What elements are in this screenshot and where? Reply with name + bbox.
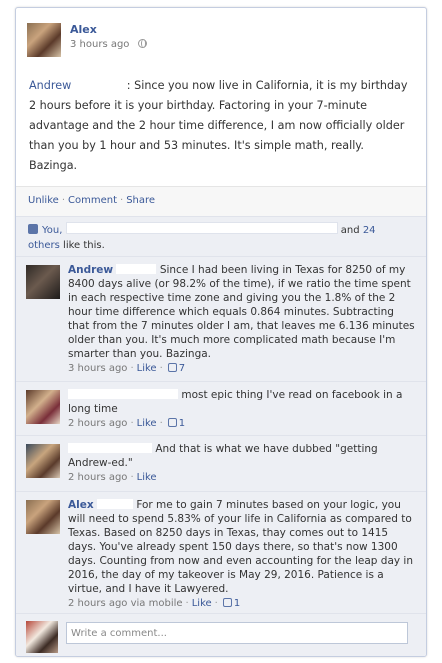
commenter-avatar[interactable] <box>26 444 60 478</box>
comment-time[interactable]: 2 hours ago via mobile <box>68 598 183 609</box>
comment-item: most epic thing I've read on facebook in… <box>16 381 426 435</box>
current-user-avatar[interactable] <box>26 621 58 653</box>
likes-count[interactable]: 24 <box>363 225 376 236</box>
likes-suffix: like this. <box>63 240 105 251</box>
comment-item: Alex For me to gain 7 minutes based on y… <box>16 491 426 613</box>
post-actions: Unlike · Comment · Share <box>16 186 426 216</box>
redacted-name <box>74 79 127 90</box>
comment-item: And that is what we have dubbed "getting… <box>16 435 426 491</box>
like-thumb-icon <box>167 363 177 372</box>
comment-like-count[interactable]: 1 <box>234 598 240 609</box>
comment-content: Alex For me to gain 7 minutes based on y… <box>68 498 418 611</box>
author-avatar[interactable] <box>27 23 61 57</box>
comment-like-count[interactable]: 7 <box>179 363 185 374</box>
share-button[interactable]: Share <box>126 195 155 206</box>
commenter-name[interactable]: Andrew <box>68 264 113 276</box>
likes-and: and <box>340 225 360 236</box>
comment-item: Andrew Since I had been living in Texas … <box>16 256 426 381</box>
redacted-name <box>96 499 133 509</box>
comment-composer <box>16 613 426 656</box>
comment-like-button[interactable]: Like <box>137 363 157 374</box>
globe-icon[interactable] <box>137 39 147 48</box>
comment-button[interactable]: Comment <box>68 195 117 206</box>
post-mention[interactable]: Andrew <box>29 79 71 92</box>
redacted-name <box>116 264 157 274</box>
comment-meta: 3 hours ago · Like · 7 <box>68 363 186 374</box>
comment-like-button[interactable]: Like <box>192 598 212 609</box>
likes-you[interactable]: You, <box>42 225 62 236</box>
like-thumb-icon <box>222 598 232 607</box>
unlike-button[interactable]: Unlike <box>28 195 59 206</box>
comment-content: most epic thing I've read on facebook in… <box>68 388 418 431</box>
comment-like-button[interactable]: Like <box>137 418 157 429</box>
comment-meta: 2 hours ago via mobile · Like · 1 <box>68 598 241 609</box>
comment-input[interactable] <box>66 622 408 644</box>
comment-time[interactable]: 2 hours ago <box>68 472 127 483</box>
post-time[interactable]: 3 hours ago <box>70 39 129 50</box>
comment-text: For me to gain 7 minutes based on your l… <box>68 499 413 595</box>
comment-text: Since I had been living in Texas for 825… <box>68 264 415 360</box>
comment-meta: 2 hours ago · Like <box>68 472 157 483</box>
author-name[interactable]: Alex <box>70 23 97 36</box>
commenter-avatar[interactable] <box>26 500 60 534</box>
comment-meta: 2 hours ago · Like · 1 <box>68 418 186 429</box>
post-card: Alex 3 hours ago Andrew : Since you now … <box>15 7 427 657</box>
post-text: : Since you now live in California, it i… <box>29 79 408 172</box>
redacted-names <box>65 222 338 234</box>
post-meta: 3 hours ago <box>70 39 147 50</box>
likes-summary: You, and 24 others like this. <box>16 216 426 256</box>
post-header: Alex 3 hours ago <box>16 8 426 68</box>
commenter-avatar[interactable] <box>26 265 60 299</box>
likes-others[interactable]: others <box>28 240 60 251</box>
redacted-name <box>68 389 178 399</box>
comment-content: And that is what we have dubbed "getting… <box>68 442 418 485</box>
comment-like-count[interactable]: 1 <box>179 418 185 429</box>
commenter-avatar[interactable] <box>26 390 60 424</box>
comment-like-button[interactable]: Like <box>137 472 157 483</box>
post-body: Andrew : Since you now live in Californi… <box>29 76 415 176</box>
comment-time[interactable]: 2 hours ago <box>68 418 127 429</box>
like-thumb-icon <box>167 418 177 427</box>
redacted-name <box>68 443 152 453</box>
commenter-name[interactable]: Alex <box>68 499 94 511</box>
comment-time[interactable]: 3 hours ago <box>68 363 127 374</box>
comment-content: Andrew Since I had been living in Texas … <box>68 263 418 376</box>
like-thumb-icon <box>28 224 38 234</box>
